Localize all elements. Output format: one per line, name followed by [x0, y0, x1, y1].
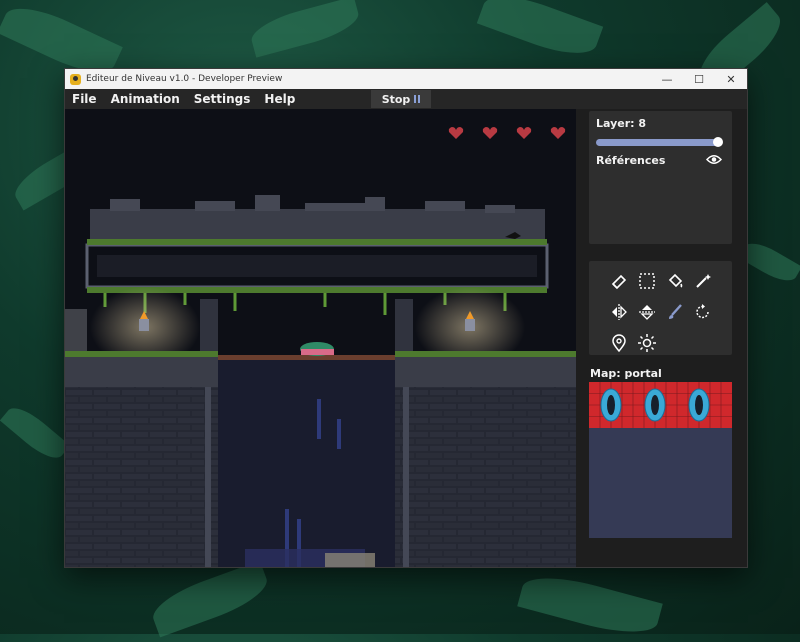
stop-label: Stop	[381, 92, 411, 106]
waterfall-shaft	[218, 360, 395, 567]
heart-icon	[448, 127, 464, 139]
menu-animation[interactable]: Animation	[104, 89, 187, 109]
map-label: Map: portal	[590, 367, 662, 380]
editor-window: Editeur de Niveau v1.0 - Developer Previ…	[64, 68, 748, 568]
app-icon	[70, 73, 81, 85]
torch	[465, 319, 475, 331]
brush-icon[interactable]	[661, 296, 689, 327]
background-leaf	[247, 0, 363, 58]
rotate-icon[interactable]	[689, 296, 717, 327]
menu-settings[interactable]: Settings	[187, 89, 258, 109]
right-wall	[395, 387, 576, 567]
menu-file[interactable]: File	[65, 89, 104, 109]
eye-icon[interactable]	[706, 154, 722, 165]
eraser-icon[interactable]	[605, 265, 633, 296]
statue	[65, 309, 87, 351]
layer-slider-thumb[interactable]	[713, 137, 723, 147]
maximize-button[interactable]: ☐	[683, 69, 715, 89]
fill-bucket-icon[interactable]	[661, 265, 689, 296]
portal-tileset[interactable]	[589, 382, 732, 428]
level-viewport[interactable]	[65, 109, 576, 567]
stop-button[interactable]: Stop	[371, 90, 431, 108]
light-icon[interactable]	[633, 327, 661, 358]
health-hearts	[448, 126, 566, 140]
layer-label: Layer: 8	[596, 117, 647, 130]
minimize-button[interactable]: —	[651, 69, 683, 89]
level-scene	[65, 195, 576, 567]
window-title: Editeur de Niveau v1.0 - Developer Previ…	[86, 74, 283, 84]
sidebar: Layer: 8 Références Map: portal	[576, 109, 747, 567]
left-wall	[65, 387, 218, 567]
select-region-icon[interactable]	[633, 265, 661, 296]
layer-slider[interactable]	[596, 137, 723, 147]
background-leaf	[476, 0, 604, 65]
ruins-wall	[90, 209, 545, 239]
magic-wand-icon[interactable]	[689, 265, 717, 296]
heart-icon	[482, 127, 498, 139]
flip-horizontal-icon[interactable]	[605, 296, 633, 327]
pause-icon	[414, 95, 421, 103]
heart-icon	[516, 127, 532, 139]
map-tile-panel[interactable]	[589, 382, 732, 538]
torch	[139, 319, 149, 331]
background-leaf	[147, 560, 273, 638]
menu-help[interactable]: Help	[257, 89, 302, 109]
background-leaf	[517, 567, 663, 642]
bridge	[218, 355, 395, 360]
location-pin-icon[interactable]	[605, 327, 633, 358]
references-label: Références	[596, 154, 666, 167]
flip-vertical-icon[interactable]	[633, 296, 661, 327]
close-button[interactable]: ✕	[715, 69, 747, 89]
heart-icon	[550, 127, 566, 139]
layer-panel: Layer: 8 Références	[589, 111, 732, 244]
background-leaf	[0, 400, 71, 466]
title-bar: Editeur de Niveau v1.0 - Developer Previ…	[65, 69, 747, 89]
tools-panel	[589, 261, 732, 355]
